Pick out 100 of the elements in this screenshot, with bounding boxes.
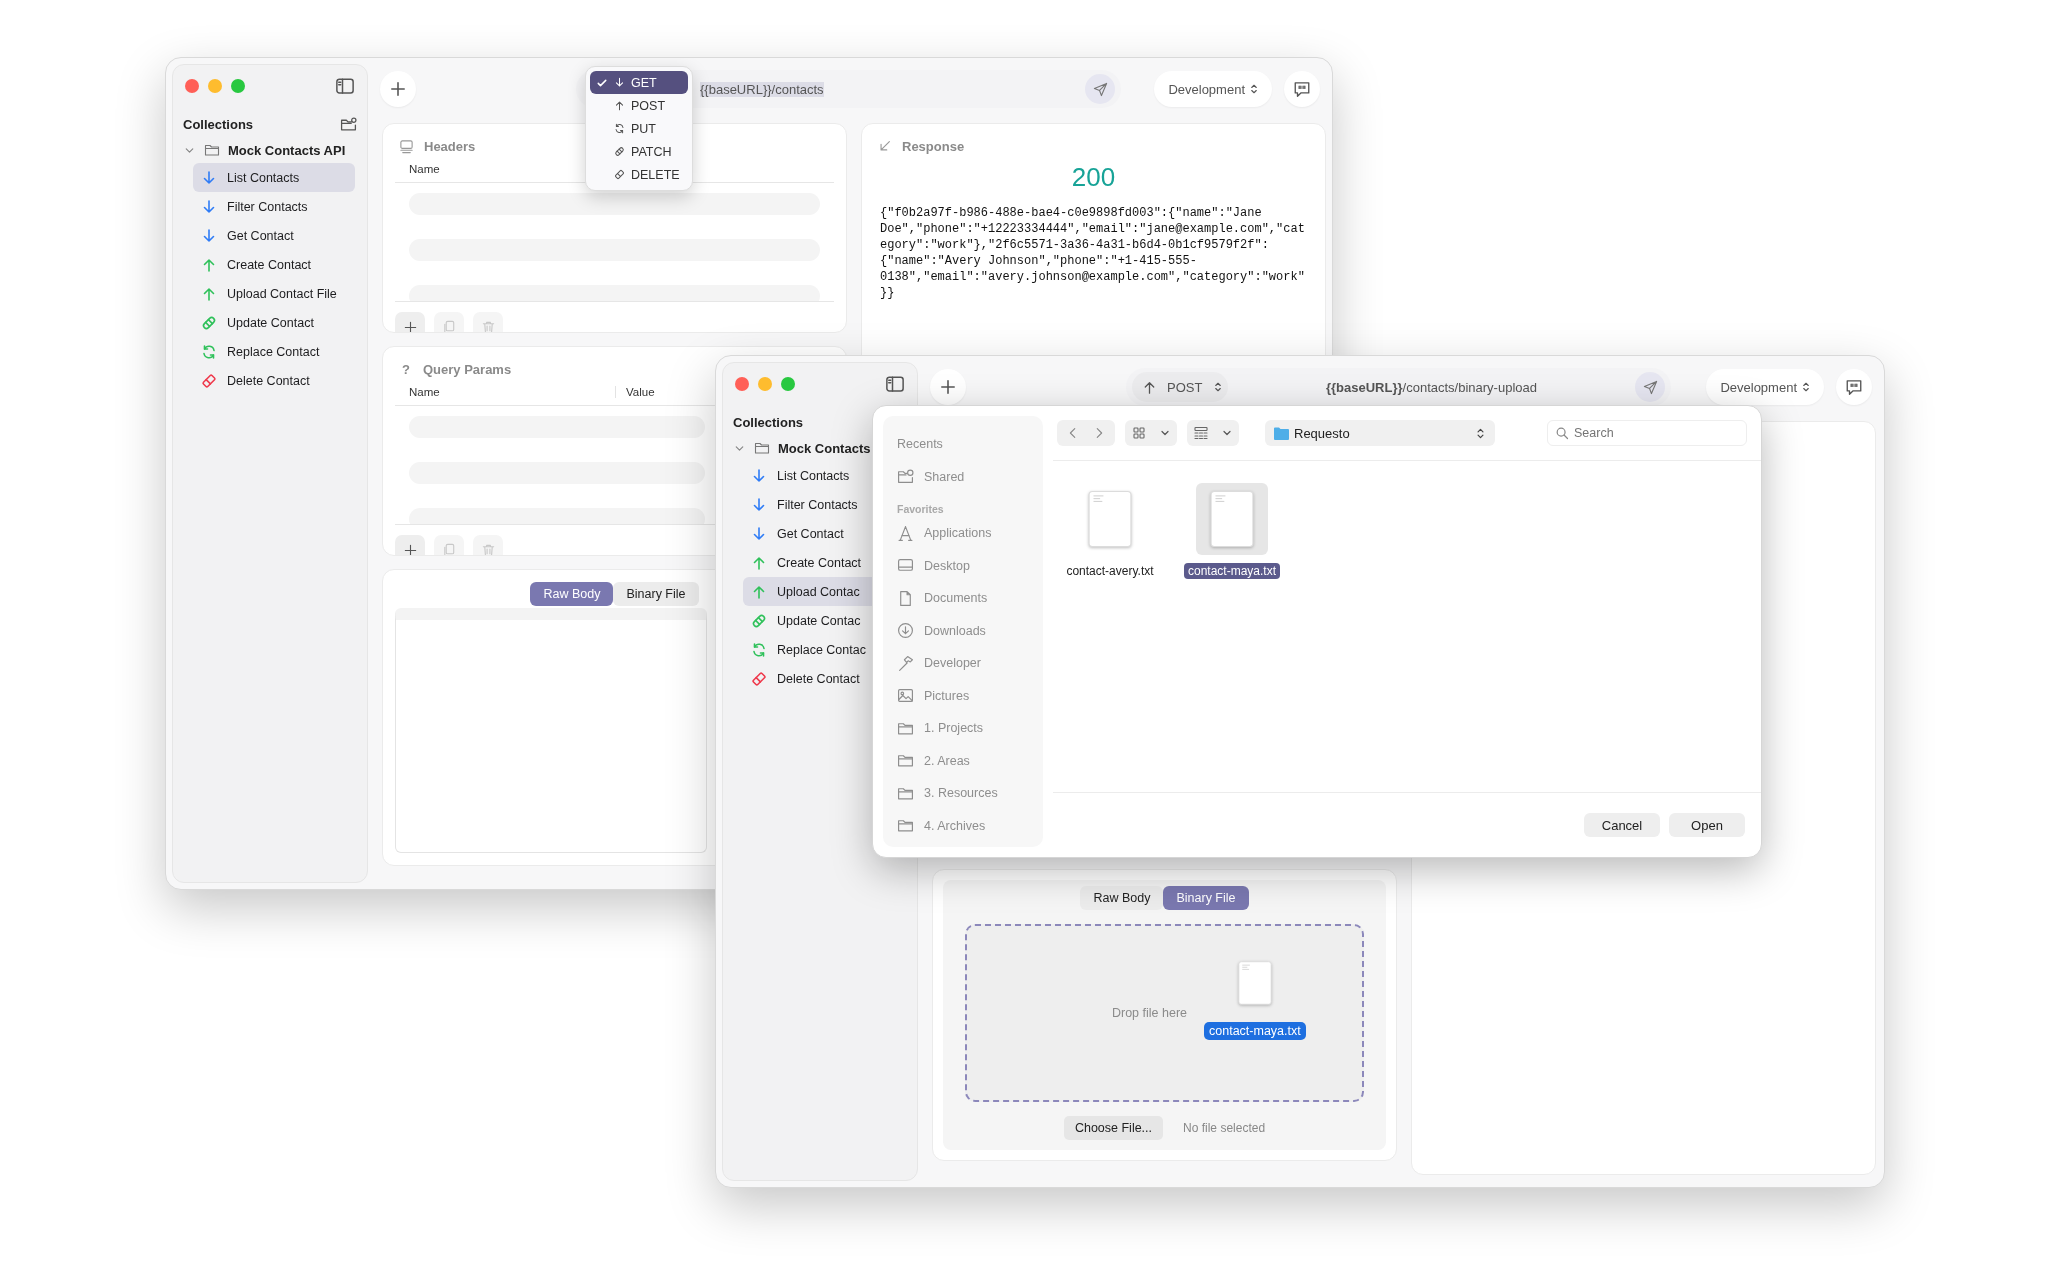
request-item[interactable]: List Contacts [193, 163, 355, 192]
response-body: {"f0b2a97f-b986-488e-bae4-c0e9898fd003":{"name":"Jane Doe","phone":"+12223334444","email":"jane@example.com","category":"work"},"2f6c5571-3a36-4a31-b6d4-0b1cf9579f2f":{"name":"Avery Johnson","phone":"+1-415-555-0138","email":"avery.johnson@example.com","category":"work"}} [880, 205, 1305, 301]
request-item[interactable]: Create Contact [193, 250, 355, 279]
file-name[interactable]: contact-maya.txt [1184, 563, 1280, 579]
arrow-up-icon [1142, 379, 1157, 395]
send-button[interactable] [1085, 74, 1115, 104]
close-button[interactable] [735, 377, 749, 391]
arrow-down-icon [751, 496, 767, 513]
url-text[interactable]: {{baseURL}}/contacts [700, 81, 824, 97]
request-item[interactable]: Update Contact [193, 308, 355, 337]
status-code: 200 [1070, 162, 1117, 193]
drop-hint: Drop file here [1111, 1006, 1187, 1020]
menu-item[interactable]: DELETE [590, 163, 688, 186]
column-header: Value [626, 386, 655, 398]
zoom-button[interactable] [231, 79, 245, 93]
arrow-down-icon [751, 525, 767, 542]
folder-icon [204, 142, 220, 158]
body-tab[interactable]: Raw Body [530, 582, 614, 606]
chat-icon [1293, 80, 1311, 98]
bandage-icon [751, 612, 767, 629]
cycle-icon [614, 123, 625, 134]
cycle-icon [201, 343, 217, 360]
open-button[interactable]: Open [1669, 813, 1745, 837]
arrow-down-icon [201, 227, 217, 244]
minimize-button[interactable] [758, 377, 772, 391]
sidebar-toggle-icon [885, 374, 905, 394]
image-icon [897, 687, 914, 705]
column-header: Name [409, 386, 440, 398]
arrow-up-icon [614, 100, 625, 111]
document-icon [897, 589, 914, 607]
close-button[interactable] [185, 79, 199, 93]
arrow-up-icon [751, 554, 767, 571]
request-item[interactable]: Replace Contact [193, 337, 355, 366]
dragged-file-name: contact-maya.txt [1204, 1022, 1306, 1040]
bandage-icon [614, 146, 625, 157]
minimize-button[interactable] [208, 79, 222, 93]
arrow-down-icon [201, 198, 217, 215]
arrow-down-left-icon [878, 139, 892, 153]
menu-item[interactable]: GET [590, 71, 688, 94]
chat-icon [1845, 378, 1863, 396]
request-item[interactable]: Upload Contact File [193, 279, 355, 308]
location-picker[interactable]: Requesto [1265, 420, 1495, 446]
choose-file-button[interactable]: Choose File... [1063, 1116, 1164, 1140]
drop-zone[interactable]: Drop file here contact-maya.txt [965, 924, 1364, 1102]
plus-icon [402, 542, 418, 555]
feedback-button[interactable] [1284, 71, 1320, 107]
collection-name[interactable]: Mock Contacts [778, 440, 871, 456]
send-icon [1092, 81, 1108, 97]
url-text[interactable]: {{baseURL}}/contacts/binary-upload [1326, 379, 1537, 395]
folder-icon [1273, 425, 1290, 441]
eraser-icon [614, 169, 625, 180]
zoom-button[interactable] [781, 377, 795, 391]
url-bar[interactable]: POST {{baseURL}}/contacts/binary-upload [1126, 368, 1671, 406]
gallery-icon [1193, 425, 1209, 441]
send-icon [1642, 379, 1658, 395]
add-request-button[interactable] [930, 369, 966, 405]
sidebar-title: Collections [183, 116, 254, 132]
plus-icon [389, 80, 407, 98]
trash-icon [480, 542, 496, 555]
feedback-button[interactable] [1836, 369, 1872, 405]
menu-item[interactable]: PUT [590, 117, 688, 140]
body-tab[interactable]: Raw Body [1080, 886, 1164, 910]
arrow-up-icon [201, 256, 217, 273]
collection-name[interactable]: Mock Contacts API [228, 142, 346, 158]
group-picker[interactable] [1187, 420, 1239, 446]
bandage-icon [201, 314, 217, 331]
eraser-icon [201, 372, 217, 389]
request-item[interactable]: Filter Contacts [193, 192, 355, 221]
trash-icon [480, 319, 496, 332]
send-button[interactable] [1635, 372, 1665, 402]
request-item[interactable]: Delete Contact [193, 366, 355, 395]
arrow-down-icon [614, 77, 625, 88]
cancel-button[interactable]: Cancel [1584, 813, 1660, 837]
panel-title: Headers [424, 138, 476, 154]
sidebar-toggle-icon [335, 76, 355, 96]
section-label: Favorites [897, 503, 945, 515]
search-field[interactable]: Search [1547, 420, 1747, 446]
body-tab[interactable]: Binary File [613, 582, 699, 606]
text-file-icon [1237, 960, 1272, 1006]
file-name[interactable]: contact-avery.txt [1062, 563, 1158, 579]
new-folder-icon [340, 115, 357, 133]
plus-icon [402, 319, 418, 332]
arrow-up-icon [201, 285, 217, 302]
grid-icon [1131, 425, 1147, 441]
menu-item[interactable]: PATCH [590, 140, 688, 163]
panel-title: Query Params [423, 361, 512, 377]
method-picker[interactable]: POST [1132, 372, 1228, 402]
tray-icon [399, 138, 414, 154]
view-picker[interactable] [1125, 420, 1177, 446]
environment-picker[interactable]: Development [1154, 71, 1272, 107]
add-request-button[interactable] [380, 71, 416, 107]
environment-picker[interactable]: Development [1706, 369, 1824, 405]
arrow-down-icon [751, 467, 767, 484]
hammer-icon [897, 654, 914, 672]
request-item[interactable]: Get Contact [193, 221, 355, 250]
panel-title: Response [902, 138, 965, 154]
shared-folder-icon [897, 468, 914, 486]
text-file-icon [1210, 490, 1254, 548]
download-icon [897, 622, 914, 640]
body-tab[interactable]: Binary File [1163, 886, 1249, 910]
